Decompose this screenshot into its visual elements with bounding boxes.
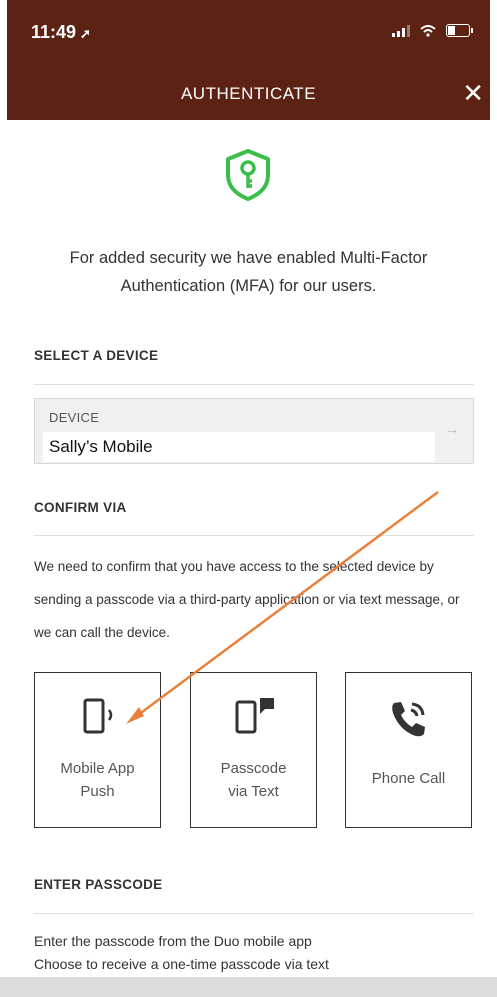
phone-call-icon [392,702,425,737]
app-header: 11:49 ➚ AUTHENTICATE ✕ [7,0,490,120]
page-title: AUTHENTICATE [180,84,317,103]
authenticate-screen: 11:49 ➚ AUTHENTICATE ✕ For added security… [7,0,490,997]
intro-text: For added security we have enabled Multi… [69,249,428,295]
bottom-bar [0,977,497,997]
phone-call-label: Phone Call [371,770,446,787]
phone-message-icon [235,698,274,734]
phone-call-option[interactable]: Phone Call [345,672,472,828]
location-arrow-icon: ➚ [80,26,91,41]
device-value[interactable]: Sally’s Mobile [43,432,435,462]
passcode-instruction-2: Choose to receive a one-time passcode vi… [34,956,329,972]
passcode-instructions: Enter the passcode from the Duo mobile a… [34,930,474,976]
battery-icon [446,24,473,37]
enter-passcode-heading: ENTER PASSCODE [34,877,163,892]
divider [34,384,474,385]
passcode-instruction-1: Enter the passcode from the Duo mobile a… [34,933,312,949]
mobile-push-label-2: Push [80,783,115,800]
status-icons [392,24,473,37]
select-device-heading: SELECT A DEVICE [34,348,159,363]
mobile-push-label: Mobile App [60,760,135,777]
device-field-label: DEVICE [49,410,100,425]
status-time-text: 11:49 [31,22,77,42]
passcode-text-label-2: via Text [228,783,279,800]
shield-key-icon [226,149,270,201]
signal-icon [392,24,410,37]
wifi-icon [420,24,436,37]
divider [34,913,474,914]
mobile-push-icon [83,698,113,734]
passcode-via-text-option[interactable]: Passcode via Text [190,672,317,828]
divider [34,535,474,536]
arrow-right-icon: → [445,421,459,437]
close-button[interactable]: ✕ [462,78,484,109]
passcode-text-label: Passcode [220,760,287,777]
device-select[interactable]: DEVICE Sally’s Mobile → [34,398,474,464]
mobile-app-push-option[interactable]: Mobile App Push [34,672,161,828]
confirm-description: We need to confirm that you have access … [34,559,460,640]
confirm-via-heading: CONFIRM VIA [34,500,127,515]
status-time: 11:49 ➚ [31,22,91,43]
